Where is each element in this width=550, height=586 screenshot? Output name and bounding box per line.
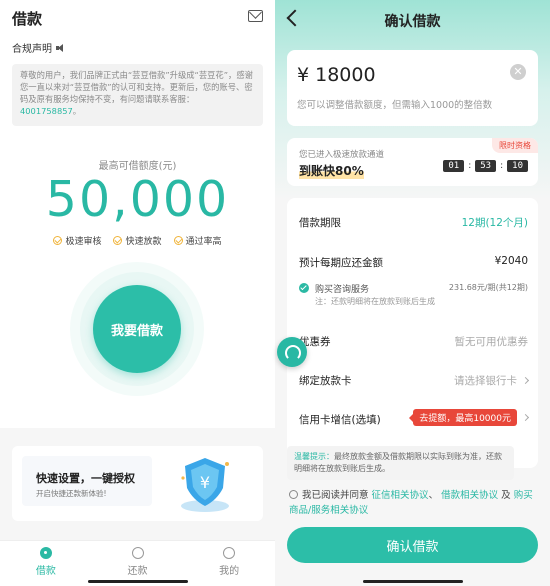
amount-card: ¥ 18000 ✕ 您可以调整借款额度，但需输入1000的整倍数 xyxy=(287,50,538,126)
consult-service-row[interactable]: 购买咨询服务 231.68元/期(共12期) xyxy=(299,282,528,295)
home-header: 借款 合规声明 尊敬的用户，我们品牌正式由“芸豆借款”升级成“芸豆花”，感谢您一… xyxy=(0,0,275,134)
notice-end: 。 xyxy=(72,106,82,116)
coupon-row[interactable]: 优惠券 暂无可用优惠券 xyxy=(299,334,528,349)
feature-label: 快速放款 xyxy=(125,237,162,247)
clear-icon[interactable]: ✕ xyxy=(510,64,526,80)
chevron-right-icon xyxy=(521,376,530,385)
user-tab-icon xyxy=(223,547,236,559)
repay-row: 预计每期应还金额 ¥2040 xyxy=(299,255,528,270)
bank-card-row[interactable]: 绑定放款卡 请选择银行卡 xyxy=(299,373,530,388)
loan-amount-input[interactable]: ¥ 18000 xyxy=(297,64,376,86)
credit-card-action[interactable]: 去提额，最高10000元 xyxy=(409,409,530,426)
authorize-promo-banner[interactable]: 快速设置，一键授权 开启快捷还款新体验! ¥ xyxy=(12,446,263,521)
timer-hours: 01 xyxy=(443,160,465,172)
check-circle-icon xyxy=(53,236,63,245)
warm-tip-label: 温馨提示： xyxy=(294,452,334,461)
channel-text: 您已进入极速放款通道 xyxy=(299,150,385,160)
repay-value: ¥2040 xyxy=(494,255,528,267)
bank-card-value: 请选择银行卡 xyxy=(454,373,530,388)
consult-note: 注：还款明细将在放款到账后生成 xyxy=(315,297,435,306)
speaker-icon xyxy=(56,43,66,53)
term-label: 借款期限 xyxy=(299,217,341,229)
page-title: 借款 xyxy=(12,10,43,28)
raise-limit-tag[interactable]: 去提额，最高10000元 xyxy=(409,409,517,426)
confirm-loan-screen: 确认借款 ¥ 18000 ✕ 您可以调整借款额度，但需输入1000的整倍数 限时… xyxy=(275,0,550,586)
agree-radio[interactable] xyxy=(289,490,298,499)
svg-text:¥: ¥ xyxy=(200,473,210,492)
agreement-row: 我已阅读并同意 征信相关协议、 借款相关协议 及 购买商品/服务相关协议 xyxy=(289,488,539,518)
timer-seconds: 10 xyxy=(507,160,528,172)
tab-label: 借款 xyxy=(35,566,56,577)
mail-icon[interactable] xyxy=(248,10,263,22)
brand-notice: 尊敬的用户，我们品牌正式由“芸豆借款”升级成“芸豆花”，感谢您一直以来对“芸豆借… xyxy=(12,64,263,126)
bank-card-label: 绑定放款卡 xyxy=(299,375,352,387)
tab-label: 还款 xyxy=(127,566,148,577)
consult-value: 231.68元/期(共12期) xyxy=(448,283,528,292)
agree-separator: 、 xyxy=(428,490,439,501)
agree-prefix: 我已阅读并同意 xyxy=(302,490,369,501)
home-indicator xyxy=(87,580,188,583)
loan-details-card: 借款期限 12期(12个月) 预计每期应还金额 ¥2040 购买咨询服务 231… xyxy=(287,198,538,468)
feature-list: 极速审核 快速放款 通过率高 xyxy=(0,234,275,247)
shield-yuan-icon: ¥ xyxy=(181,458,229,512)
loan-agreement-link[interactable]: 借款相关协议 xyxy=(441,490,498,501)
credit-card-row[interactable]: 信用卡增信(选填) 去提额，最高10000元 xyxy=(299,409,530,427)
borrow-button[interactable]: 我要借款 xyxy=(93,285,181,373)
confirm-header: 确认借款 xyxy=(275,0,550,40)
warm-tip: 温馨提示：最终放款金额及借款期限以实际到账为准，还款明细将在放款到账后生成。 xyxy=(287,446,514,480)
term-value[interactable]: 12期(12个月) xyxy=(462,215,528,230)
customer-service-icon[interactable] xyxy=(277,337,307,367)
max-limit-amount: 50,000 xyxy=(45,171,230,228)
chevron-right-icon xyxy=(521,413,530,422)
bottom-tabbar: 借款 还款 我的 xyxy=(0,540,275,586)
tab-label: 我的 xyxy=(219,566,240,577)
coupon-value: 暂无可用优惠券 xyxy=(454,336,529,348)
tab-mine[interactable]: 我的 xyxy=(183,541,275,586)
compliance-row[interactable]: 合规声明 xyxy=(12,40,66,55)
feature-item: 极速审核 xyxy=(53,234,101,247)
countdown-timer: 01: 53: 10 xyxy=(443,160,528,172)
feature-label: 极速审核 xyxy=(65,237,102,247)
borrow-tab-icon xyxy=(39,547,52,559)
credit-card-label: 信用卡增信(选填) xyxy=(299,414,381,426)
fast-channel-card: 限时资格 您已进入极速放款通道 到账快80% 01: 53: 10 xyxy=(287,138,538,186)
limit-panel: 最高可借额度(元) 50,000 极速审核 快速放款 通过率高 我要借款 xyxy=(0,134,275,428)
credit-agreement-link[interactable]: 征信相关协议 xyxy=(372,490,429,501)
promo-subtitle: 开启快捷还款新体验! xyxy=(36,489,107,498)
timer-minutes: 53 xyxy=(475,160,497,172)
consult-label: 购买咨询服务 xyxy=(315,285,370,295)
notice-phone[interactable]: 4001758857 xyxy=(20,106,73,116)
compliance-label: 合规声明 xyxy=(12,44,52,55)
feature-label: 通过率高 xyxy=(185,237,222,247)
screenshot-root: 借款 合规声明 尊敬的用户，我们品牌正式由“芸豆借款”升级成“芸豆花”，感谢您一… xyxy=(0,0,550,586)
feature-item: 快速放款 xyxy=(113,234,162,247)
promo-title: 快速设置，一键授权 xyxy=(36,472,135,485)
feature-item: 通过率高 xyxy=(173,234,222,247)
check-circle-icon xyxy=(173,236,183,245)
confirm-loan-button[interactable]: 确认借款 xyxy=(287,527,538,563)
max-limit-label: 最高可借额度(元) xyxy=(98,161,177,172)
amount-hint: 您可以调整借款额度，但需输入1000的整倍数 xyxy=(297,100,493,111)
agree-and: 及 xyxy=(501,490,511,501)
loan-home-screen: 借款 合规声明 尊敬的用户，我们品牌正式由“芸豆借款”升级成“芸豆花”，感谢您一… xyxy=(0,0,275,586)
home-indicator xyxy=(362,580,463,583)
page-title: 确认借款 xyxy=(384,14,441,30)
repay-label: 预计每期应还金额 xyxy=(299,257,383,269)
fast-text: 到账快80% xyxy=(299,162,364,179)
check-circle-icon xyxy=(113,236,123,245)
term-row[interactable]: 借款期限 12期(12个月) xyxy=(299,215,528,230)
repay-tab-icon xyxy=(131,547,144,559)
checked-icon[interactable] xyxy=(299,283,309,293)
notice-text: 尊敬的用户，我们品牌正式由“芸豆借款”升级成“芸豆花”，感谢您一直以来对“芸豆借… xyxy=(20,70,253,104)
limited-badge: 限时资格 xyxy=(492,138,538,153)
tab-borrow[interactable]: 借款 xyxy=(0,541,92,586)
bank-card-placeholder: 请选择银行卡 xyxy=(454,375,517,387)
